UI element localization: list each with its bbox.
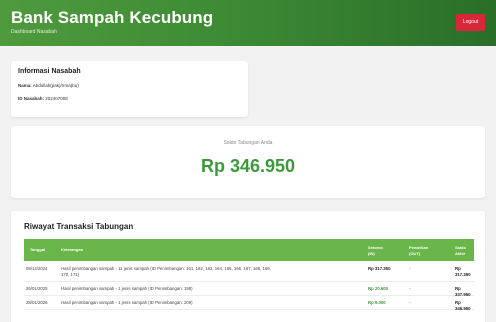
balance-card: Saldo Tabungan Anda Rp 346.950 xyxy=(11,126,485,198)
customer-id-line: ID Nasabah: 202407008 xyxy=(18,96,68,101)
cell-tanggal: 08/12/2024 xyxy=(26,266,48,271)
customer-name-line: Nama: Abdullah(pak)/Irma(bu) xyxy=(18,83,79,88)
cell-tanggal: 28/01/2026 xyxy=(26,300,48,305)
table-header: Tanggal Keterangan Setoran (IN) Penarika… xyxy=(24,239,474,261)
cell-penarikan: - xyxy=(409,286,411,291)
cell-keterangan: Hasil penimbangan sampah - 1 jenis sampa… xyxy=(61,286,193,291)
logout-button[interactable]: Logout xyxy=(456,14,485,31)
customer-name-label: Nama: xyxy=(18,83,32,88)
column-header-keterangan: Keterangan xyxy=(61,247,84,252)
column-header-setoran: Setoran (IN) xyxy=(368,245,383,257)
app-title: Bank Sampah Kecubung xyxy=(11,8,214,27)
cell-penarikan: - xyxy=(409,266,411,271)
balance-label: Saldo Tabungan Anda xyxy=(223,140,273,146)
table-row: 28/01/2026 Hasil penimbangan sampah - 1 … xyxy=(24,297,474,311)
table-row: 26/01/2025 Hasil penimbangan sampah - 1 … xyxy=(24,283,474,297)
cell-setoran: Rp 9.000 xyxy=(368,300,386,305)
cell-keterangan-line2: 170, 171) xyxy=(61,272,80,277)
cell-saldo: Rp 317.350 xyxy=(455,266,471,277)
column-header-saldo: Saldo Akhir xyxy=(455,245,466,257)
column-header-penarikan-line2: (OUT) xyxy=(409,251,421,256)
cell-setoran: Rp 317.350 xyxy=(368,266,391,271)
cell-penarikan: - xyxy=(409,300,411,305)
cell-saldo: Rp 346.950 xyxy=(455,300,471,311)
history-title: Riwayat Transaksi Tabungan xyxy=(24,222,134,231)
cell-setoran: Rp 20.600 xyxy=(368,286,389,291)
customer-id-label: ID Nasabah: xyxy=(18,96,45,101)
table-row: 08/12/2024 Hasil penimbangan sampah - 11… xyxy=(24,263,474,282)
transaction-history-card: Riwayat Transaksi Tabungan Tanggal Keter… xyxy=(11,211,485,322)
top-header: Bank Sampah Kecubung Dashboard Nasabah L… xyxy=(0,0,496,46)
cell-keterangan: Hasil penimbangan sampah - 1 jenis sampa… xyxy=(61,300,193,305)
customer-id-value: 202407008 xyxy=(45,96,68,101)
customer-name-value: Abdullah(pak)/Irma(bu) xyxy=(32,83,79,88)
balance-value: Rp 346.950 xyxy=(200,156,296,176)
cell-keterangan: Hasil penimbangan sampah - 11 jenis samp… xyxy=(61,266,361,278)
page-subtitle: Dashboard Nasabah xyxy=(11,29,57,35)
column-header-setoran-line2: (IN) xyxy=(368,251,375,256)
column-header-penarikan: Penarikan (OUT) xyxy=(409,245,428,257)
column-header-saldo-line2: Akhir xyxy=(455,251,466,256)
cell-tanggal: 26/01/2025 xyxy=(26,286,48,291)
column-header-tanggal: Tanggal xyxy=(30,247,46,252)
info-card-title: Informasi Nasabah xyxy=(18,68,81,75)
customer-info-card: Informasi Nasabah Nama: Abdullah(pak)/Ir… xyxy=(11,61,248,117)
